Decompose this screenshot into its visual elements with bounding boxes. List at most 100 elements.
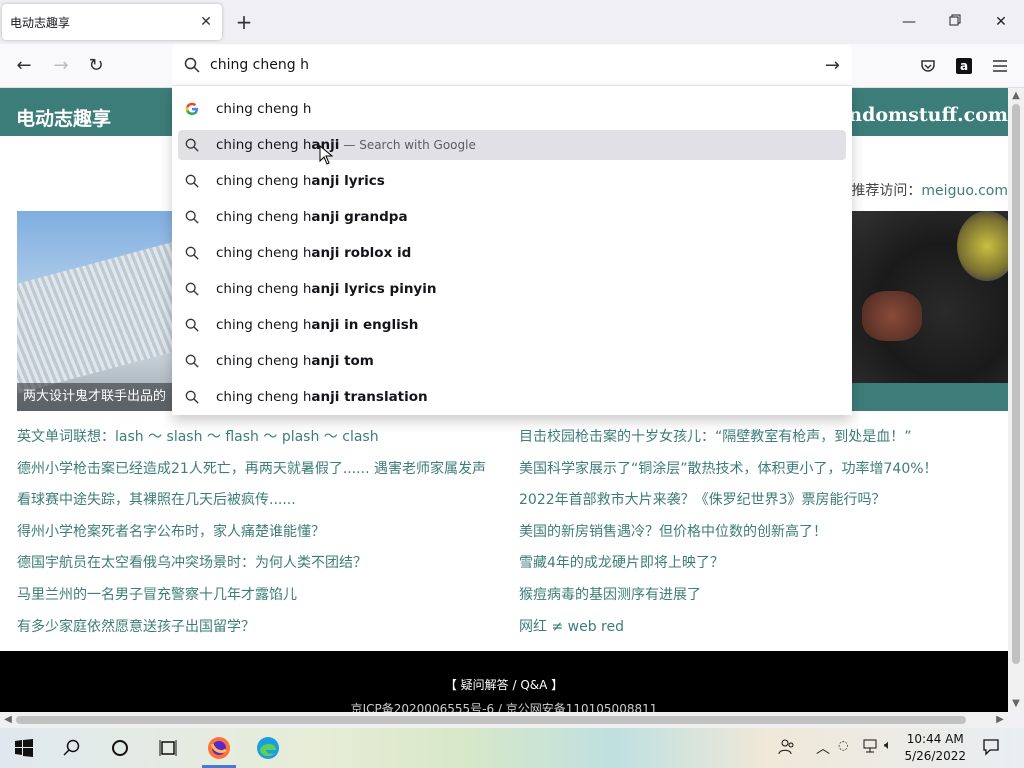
suggestion-prefix: ching cheng h (216, 389, 312, 405)
suggestion-prefix: ching cheng h (216, 281, 312, 297)
suggestion-completion: anji tom (311, 353, 374, 369)
search-icon (184, 245, 200, 261)
search-icon (184, 317, 200, 333)
edge-icon[interactable] (255, 735, 281, 761)
news-link[interactable]: 得州小学枪案死者名字公布时，家人痛楚谁能懂？ (17, 521, 486, 553)
news-list-left: 英文单词联想：lash ～ slash ～ flash ～ plash ～ cl… (17, 426, 486, 647)
vertical-scrollbar[interactable]: ▲ ▼ (1008, 88, 1024, 712)
news-list-right: 目击校园枪击案的十岁女孩儿：“隔壁教室有枪声，到处是血！” 美国科学家展示了“铜… (519, 426, 938, 647)
network-icon[interactable] (862, 738, 880, 757)
news-link[interactable]: 德国宇航员在太空看俄乌冲突场景时：为何人类不团结？ (17, 552, 486, 584)
search-icon (184, 209, 200, 225)
scroll-right-icon[interactable]: ▶ (992, 712, 1008, 728)
clock[interactable]: 10:44 AM 5/26/2022 (904, 731, 966, 765)
reload-button[interactable]: ↻ (84, 54, 108, 78)
scroll-down-icon[interactable]: ▼ (1008, 696, 1024, 712)
search-icon[interactable] (60, 736, 84, 760)
suggestion-completion: anji grandpa (311, 209, 408, 225)
qa-link[interactable]: 【 疑问解答 / Q&A 】 (0, 676, 1008, 693)
search-icon (184, 353, 200, 369)
go-arrow-icon[interactable]: → (825, 55, 840, 76)
recommend-link[interactable]: meiguo.com (921, 183, 1008, 199)
suggestion-item[interactable]: ching cheng h anji roblox id (178, 238, 846, 268)
task-view-icon[interactable] (156, 736, 180, 760)
cortana-icon[interactable] (108, 736, 132, 760)
close-tab-icon[interactable]: ✕ (198, 14, 214, 30)
suggestion-prefix: ching cheng h (216, 209, 312, 225)
news-link[interactable]: 有多少家庭依然愿意送孩子出国留学？ (17, 616, 486, 648)
news-link[interactable]: 美国科学家展示了“铜涂层”散热技术，体积更小了，功率增740%！ (519, 458, 938, 490)
scroll-left-icon[interactable]: ◀ (0, 712, 16, 728)
suggestion-item[interactable]: ching cheng h anji — Search with Google (178, 130, 846, 160)
suggestion-completion: anji lyrics (311, 173, 385, 189)
featured-caption-right[interactable] (852, 383, 1008, 411)
suggestion-prefix: ching cheng h (216, 245, 312, 261)
suggestion-item[interactable]: ching cheng h (178, 94, 846, 124)
url-input[interactable]: ching cheng h (210, 57, 309, 73)
suggestion-item[interactable]: ching cheng h anji in english (178, 310, 846, 340)
scroll-up-icon[interactable]: ▲ (1008, 88, 1024, 104)
suggestion-prefix: ching cheng h (216, 317, 312, 333)
people-icon[interactable] (778, 738, 796, 759)
tab-title: 电动志趣享 (10, 15, 71, 30)
search-icon (184, 173, 200, 189)
clock-date: 5/26/2022 (904, 749, 966, 763)
url-bar[interactable]: ching cheng h → (172, 45, 852, 85)
tab-active[interactable]: 电动志趣享 ✕ (2, 4, 222, 40)
search-icon (184, 281, 200, 297)
chevron-up-icon[interactable]: ︿ (816, 738, 830, 758)
featured-image-right[interactable] (852, 211, 1008, 411)
suggestion-action-label: — Search with Google (343, 138, 476, 152)
suggestion-completion: anji roblox id (311, 245, 412, 261)
news-link[interactable]: 猴痘病毒的基因测序有进展了 (519, 584, 938, 616)
loading-icon: ◌ (838, 738, 849, 752)
news-link[interactable]: 马里兰州的一名男子冒充警察十几年才露馅儿 (17, 584, 486, 616)
menu-icon[interactable] (988, 54, 1012, 78)
featured-image-left[interactable]: 两大设计鬼才联手出品的 (17, 211, 177, 411)
news-link[interactable]: 雪藏4年的成龙硬片即将上映了？ (519, 552, 938, 584)
horizontal-scrollbar[interactable]: ◀ ▶ (0, 712, 1008, 728)
news-link[interactable]: 网红 ≠ web red (519, 616, 938, 648)
icp-text: 京ICP备2020006555号-6 / 京公网安备110105008811 (350, 702, 658, 712)
notifications-icon[interactable] (982, 738, 1000, 759)
suggestion-completion: anji translation (311, 389, 428, 405)
suggestion-item[interactable]: ching cheng h anji tom (178, 346, 846, 376)
back-button[interactable]: ← (12, 54, 36, 78)
news-link[interactable]: 目击校园枪击案的十岁女孩儿：“隔壁教室有枪声，到处是血！” (519, 426, 938, 458)
site-domain[interactable]: randomstuff.com (826, 104, 1008, 126)
site-brand[interactable]: 电动志趣享 (16, 104, 111, 131)
amazon-extension-icon[interactable]: a (952, 54, 976, 78)
mouse-cursor-icon (319, 145, 333, 165)
volume-icon[interactable]: 🔈︎ (884, 738, 892, 753)
news-link[interactable]: 英文单词联想：lash ～ slash ～ flash ～ plash ～ cl… (17, 426, 486, 458)
new-tab-button[interactable]: + (234, 12, 254, 32)
news-link[interactable]: 2022年首部救市大片来袭？《侏罗纪世界3》票房能行吗？ (519, 489, 938, 521)
suggestion-item[interactable]: ching cheng h anji lyrics pinyin (178, 274, 846, 304)
featured-caption-left[interactable]: 两大设计鬼才联手出品的 (17, 383, 177, 411)
suggestion-item[interactable]: ching cheng h anji grandpa (178, 202, 846, 232)
forward-button[interactable]: → (49, 54, 73, 78)
search-icon (184, 57, 200, 73)
news-link[interactable]: 看球赛中途失踪，其裸照在几天后被疯传...... (17, 489, 486, 521)
close-window-button[interactable]: ✕ (991, 12, 1011, 32)
suggestion-item[interactable]: ching cheng h anji lyrics (178, 166, 846, 196)
suggestion-prefix: ching cheng h (216, 137, 312, 153)
vertical-scroll-thumb[interactable] (1012, 104, 1020, 664)
suggestion-prefix: ching cheng h (216, 353, 312, 369)
tab-strip: 电动志趣享 ✕ + — ✕ (0, 0, 1024, 44)
suggestion-item[interactable]: ching cheng h anji translation (178, 382, 846, 412)
site-footer: 【 疑问解答 / Q&A 】 京ICP备2020006555号-6 / 京公网安… (0, 651, 1008, 712)
minimize-button[interactable]: — (899, 12, 919, 32)
google-icon (184, 101, 200, 117)
clock-time: 10:44 AM (906, 732, 964, 746)
news-link[interactable]: 美国的新房销售遇冷？但价格中位数的创新高了！ (519, 521, 938, 553)
suggestion-prefix: ching cheng h (216, 173, 312, 189)
restore-button[interactable] (945, 12, 965, 32)
pocket-icon[interactable] (916, 54, 940, 78)
windows-start-icon[interactable] (12, 736, 36, 760)
horizontal-scroll-thumb[interactable] (16, 716, 966, 724)
firefox-icon[interactable] (206, 735, 232, 761)
news-link[interactable]: 德州小学枪击案已经造成21人死亡，再两天就暑假了...... 遇害老师家属发声 (17, 458, 486, 490)
search-icon (184, 389, 200, 405)
search-suggestions-dropdown: ching cheng h ching cheng h anji — Search w… (172, 85, 852, 415)
